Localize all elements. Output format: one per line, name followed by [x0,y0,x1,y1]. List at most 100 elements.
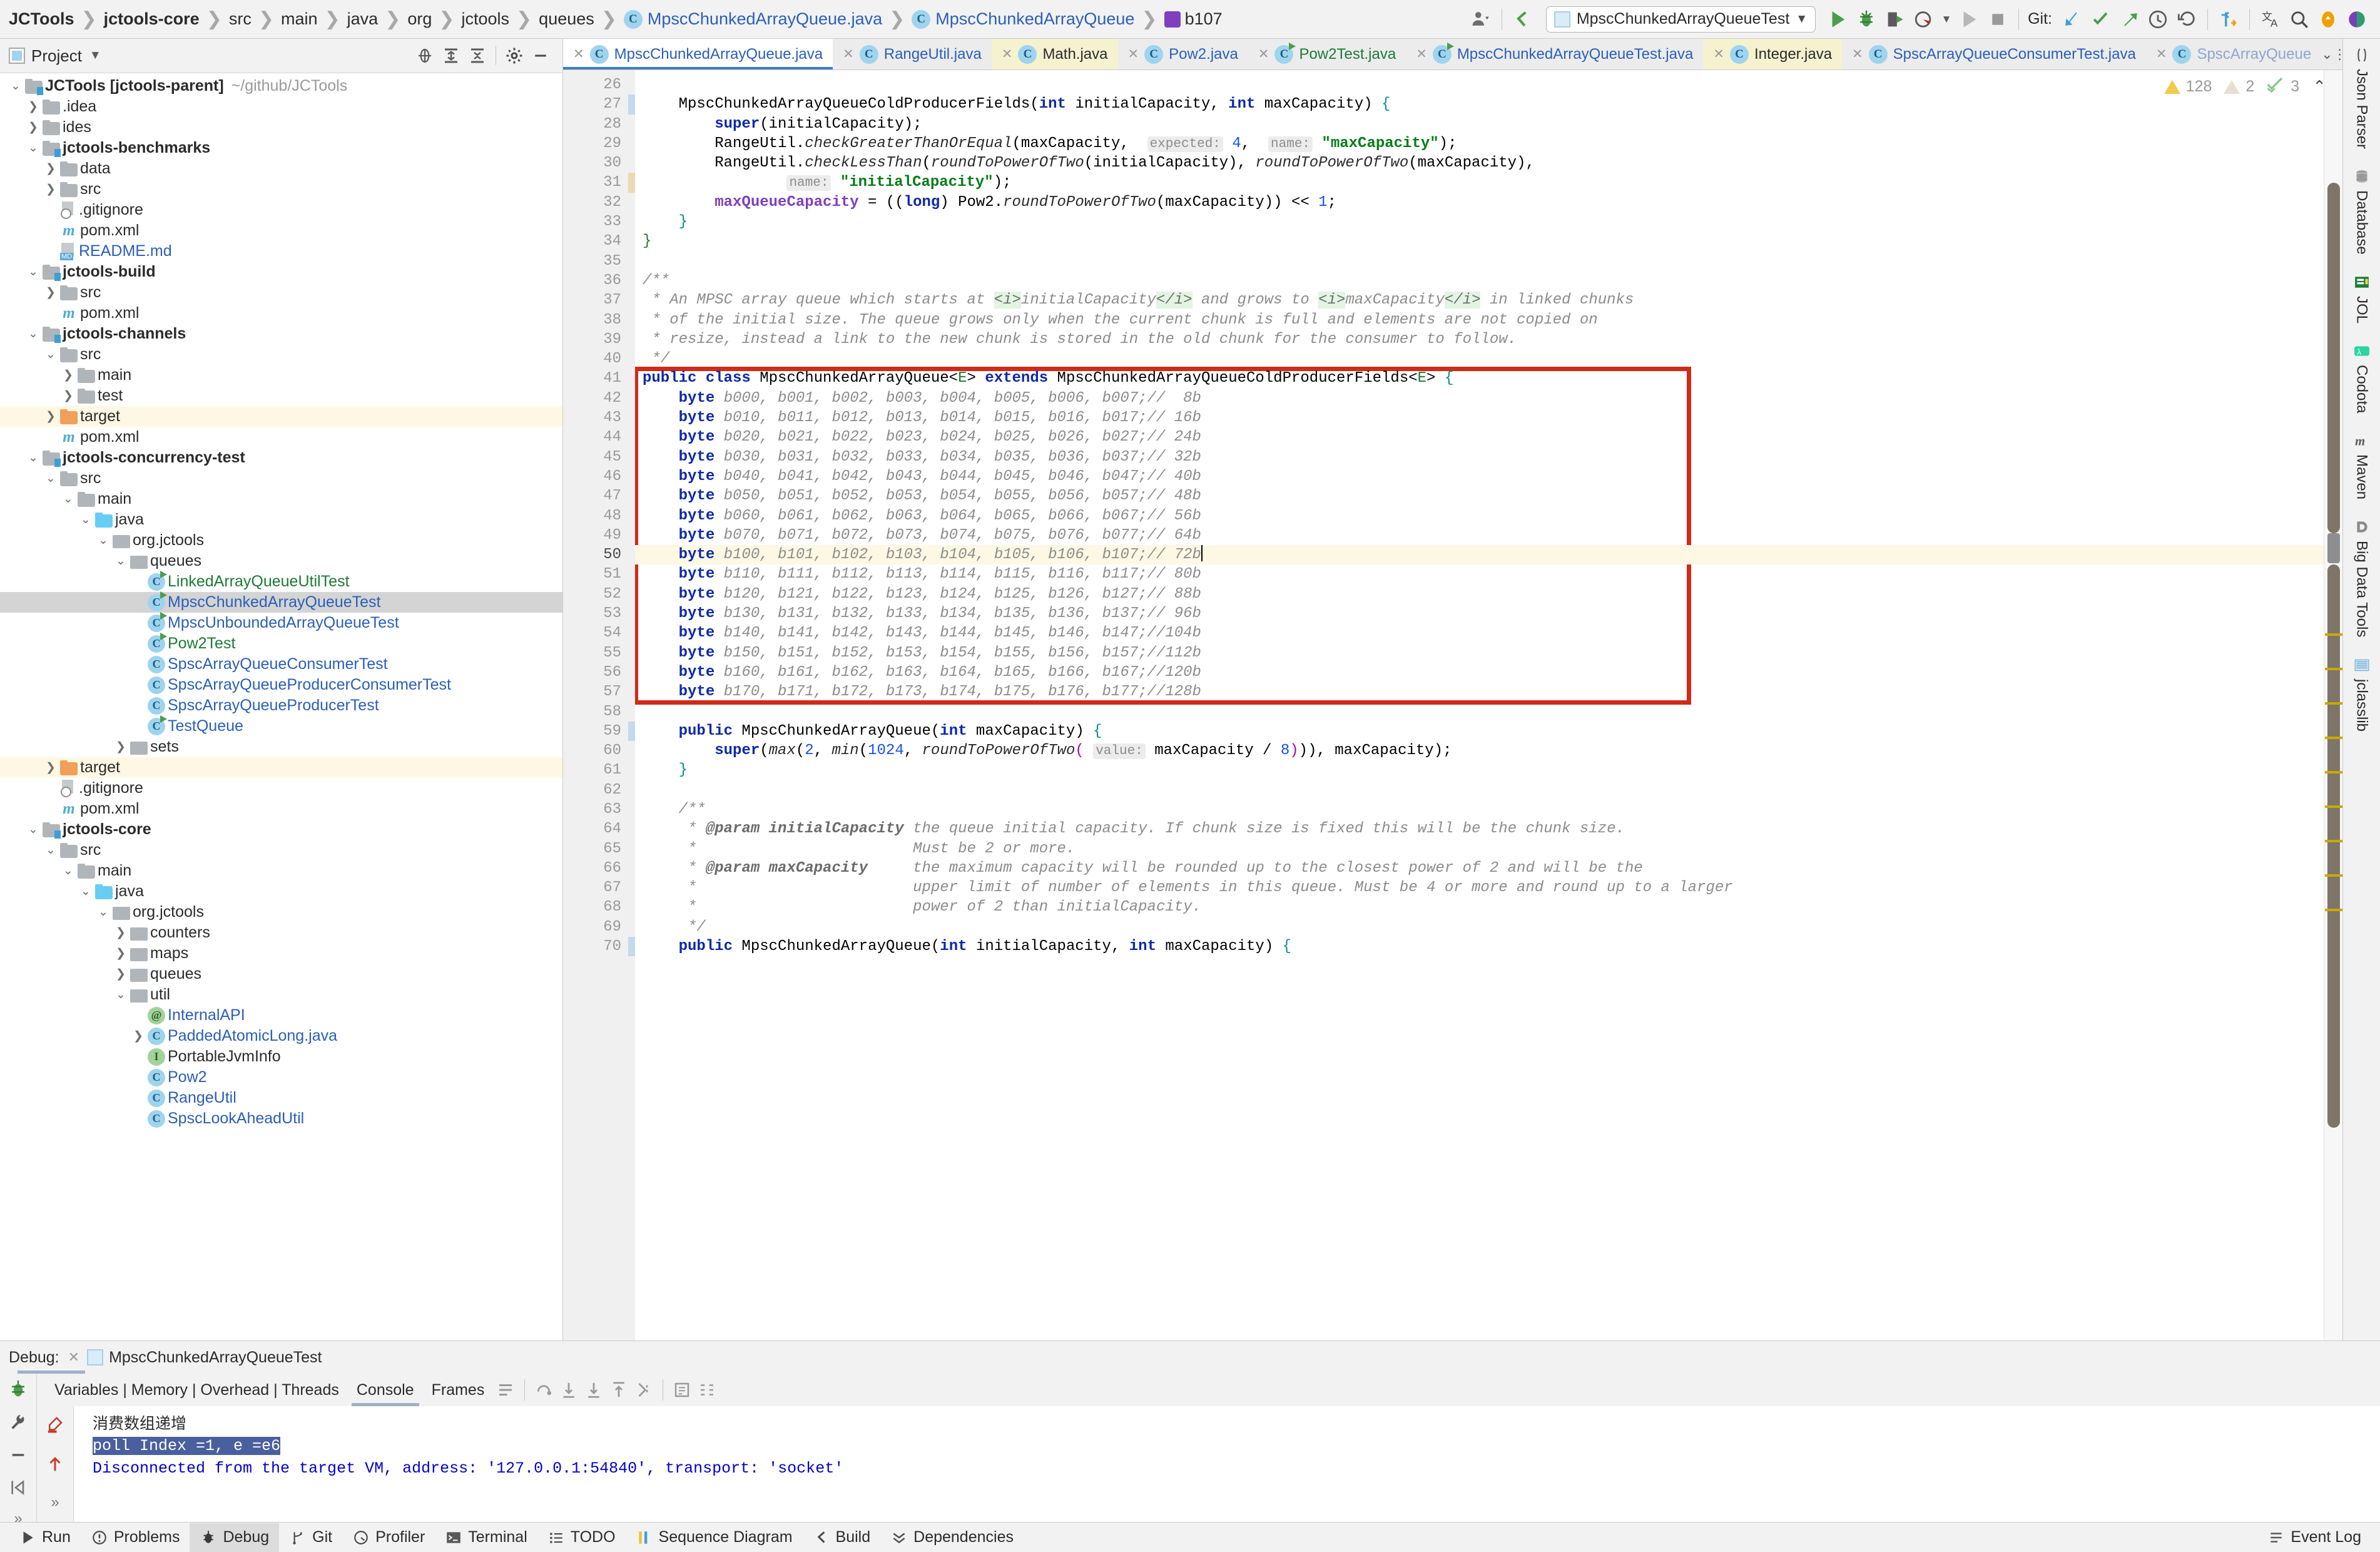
user-icon[interactable] [1467,5,1495,34]
gutter-line-number[interactable]: 33⊟ [563,212,645,233]
scrollbar-thumb[interactable] [2327,183,2340,533]
gutter-line-number[interactable]: 38 [563,310,635,330]
code-line[interactable]: byte b140, b141, b142, b143, b144, b145,… [635,623,2324,643]
status-bar-item-problems[interactable]: Problems [81,1523,190,1552]
breadcrumb-item-class[interactable]: C MpscChunkedArrayQueue [912,9,1134,29]
gutter-line-number[interactable]: 50 [563,545,635,564]
right-tool-maven[interactable]: m Maven [2353,432,2371,499]
tree-row[interactable]: ❯ main [0,365,562,385]
chevron-down-icon[interactable]: ⌄ [76,513,95,527]
tree-row[interactable]: @ InternalAPI [0,1005,562,1026]
chevron-down-icon[interactable]: ⌄ [6,79,25,93]
tree-row[interactable]: ⌄ main [0,489,562,509]
code-line[interactable]: byte b060, b061, b062, b063, b064, b065,… [635,506,2324,526]
tree-row[interactable]: ⌄ jctools-channels [0,324,562,344]
step-into-icon[interactable] [556,1377,581,1402]
gutter-line-number[interactable]: 41⊟ [563,369,648,389]
wrench-icon[interactable] [6,1412,31,1432]
editor-tab[interactable]: ✕ C SpscArrayQueue [2145,39,2322,69]
gutter-line-number[interactable]: 51 [563,564,635,584]
mute-breakpoints-icon[interactable] [6,1445,31,1465]
tree-row[interactable]: ⌄ src [0,840,562,860]
status-bar-item-profiler[interactable]: Profiler [342,1523,435,1552]
editor-gutter[interactable]: 2627⊟282930313233⊟34⊟3536⊟37383940⊟41⊟42… [563,70,648,1340]
tree-row[interactable]: ⌄ jctools-build [0,262,562,282]
code-line[interactable]: RangeUtil.checkGreaterThanOrEqual(maxCap… [635,134,2324,153]
status-bar-item-git[interactable]: Git [279,1523,342,1552]
right-tool-codota[interactable]: λ Codota [2353,342,2371,413]
gear-icon[interactable] [501,43,527,69]
tree-row[interactable]: I PortableJvmInfo [0,1046,562,1067]
tree-row[interactable]: C SpscArrayQueueProducerConsumerTest [0,675,562,695]
editor-tab[interactable]: ✕ C SpscArrayQueueConsumerTest.java [1842,39,2146,69]
update-project-icon[interactable] [2057,5,2086,34]
profile-dropdown-icon[interactable]: ▼ [1938,5,1955,34]
code-line[interactable]: byte b070, b071, b072, b073, b074, b075,… [635,526,2324,545]
console-output[interactable]: 消费数组递增 poll Index =1, e =e6 Disconnected… [73,1406,2380,1522]
chevron-right-icon[interactable]: ❯ [41,409,60,424]
code-line[interactable]: /** [635,271,2324,290]
tree-row[interactable]: .gitignore [0,200,562,220]
gutter-line-number[interactable]: 52 [563,585,635,604]
chevron-up-icon[interactable]: ⌃ [2312,77,2326,96]
chevron-right-icon[interactable]: ❯ [111,926,130,940]
gutter-line-number[interactable]: 58 [563,702,635,722]
gutter-line-number[interactable]: 55 [563,643,635,663]
debug-icon[interactable] [1852,5,1881,34]
gutter-line-number[interactable]: 39 [563,330,635,349]
code-line[interactable]: byte b000, b001, b002, b003, b004, b005,… [635,389,2324,408]
gutter-line-number[interactable]: 60 [563,741,635,760]
gutter-line-number[interactable]: 30 [563,153,635,173]
editor-tab[interactable]: ✕ C Pow2.java [1117,39,1248,69]
code-line[interactable]: } [635,232,2324,251]
gutter-line-number[interactable]: 61⊟ [563,760,645,781]
gutter-line-number[interactable]: 53 [563,604,635,623]
gutter-line-number[interactable]: 40⊟ [563,349,645,370]
chevron-down-icon[interactable]: ⌄ [24,451,43,465]
code-line[interactable]: byte b030, b031, b032, b033, b034, b035,… [635,447,2324,467]
code-line[interactable]: byte b010, b011, b012, b013, b014, b015,… [635,408,2324,427]
gutter-line-number[interactable]: 43 [563,408,635,427]
tree-row[interactable]: m pom.xml [0,303,562,324]
close-icon[interactable]: ✕ [843,46,854,62]
breadcrumb-item-org[interactable]: org [407,9,432,29]
code-line[interactable]: public MpscChunkedArrayQueue(int maxCapa… [635,722,2324,741]
minimize-icon[interactable] [527,43,554,69]
breadcrumb-item-main[interactable]: main [281,9,318,29]
tree-row[interactable]: ❯ maps [0,943,562,964]
code-line[interactable]: * upper limit of number of elements in t… [635,878,2324,897]
tree-row[interactable]: C SpscArrayQueueConsumerTest [0,654,562,675]
gutter-line-number[interactable]: 59⊟ [563,721,645,742]
chevron-down-icon[interactable]: ⌄ [41,471,60,486]
tree-row[interactable]: ⌄ java [0,509,562,530]
code-line[interactable]: RangeUtil.checkLessThan(roundToPowerOfTw… [635,153,2324,173]
run-to-cursor-icon[interactable] [631,1377,656,1402]
gutter-line-number[interactable]: 47 [563,486,635,506]
editor-tab[interactable]: ✕ C MpscChunkedArrayQueueTest.java [1406,39,1704,69]
breadcrumb-item-jctools[interactable]: jctools [462,9,510,29]
gutter-line-number[interactable]: 63⊟ [563,800,645,820]
gutter-line-number[interactable]: 49 [563,526,635,545]
tree-row[interactable]: ⌄ queues [0,551,562,571]
tree-row[interactable]: m pom.xml [0,427,562,447]
code-line[interactable]: byte b170, b171, b172, b173, b174, b175,… [635,682,2324,702]
right-tool-jclasslib[interactable]: jclasslib [2353,656,2371,732]
collapse-all-icon[interactable] [464,43,491,69]
gutter-line-number[interactable]: 37 [563,290,635,310]
force-step-into-icon[interactable] [581,1377,606,1402]
tree-row[interactable]: C MpscUnboundedArrayQueueTest [0,611,562,633]
code-line[interactable]: MpscChunkedArrayQueueColdProducerFields(… [635,94,2324,114]
chevron-down-icon[interactable]: ⌄ [94,905,113,919]
tree-row[interactable]: ⌄ jctools-core [0,819,562,840]
gutter-line-number[interactable]: 44 [563,427,635,447]
chevron-right-icon[interactable]: ❯ [24,100,43,114]
breadcrumb-item-java[interactable]: java [347,9,379,29]
tree-row[interactable]: ❯ .idea [0,96,562,117]
code-line[interactable]: name: "initialCapacity"); [635,173,2324,192]
rerun-icon[interactable] [1955,5,1983,34]
status-bar-item-terminal[interactable]: Terminal [435,1523,537,1552]
chevron-right-icon[interactable]: ❯ [41,285,60,300]
close-icon[interactable]: ✕ [1258,46,1269,62]
tree-row[interactable]: ⌄ org.jctools [0,530,562,551]
code-line[interactable]: * An MPSC array queue which starts at <i… [635,290,2324,310]
